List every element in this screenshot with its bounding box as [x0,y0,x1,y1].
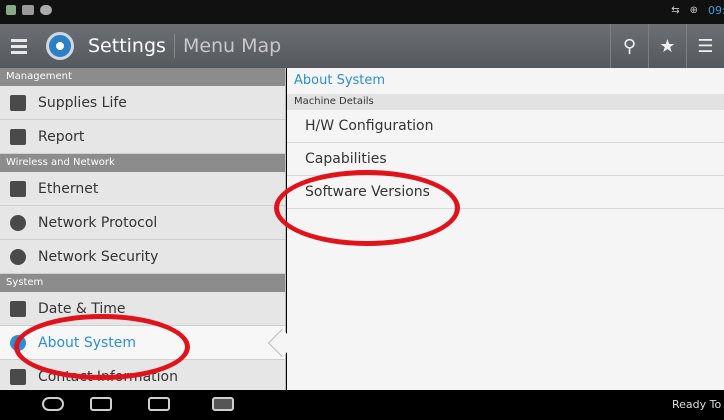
drawer-menu-button[interactable] [0,24,38,68]
title-divider [173,34,175,58]
sidebar-item-label: Ethernet [38,180,99,197]
software-versions-item[interactable]: Software Versions [287,176,724,209]
machine-status-text: Ready To Cop [672,398,724,411]
section-header-system: System [0,274,285,292]
sidebar-item-about-system[interactable]: About System [0,326,285,360]
gamepad-icon [40,5,52,15]
globe-icon: ⊕ [689,5,698,16]
status-bar: ⇆ ⊕ 09: [0,0,724,24]
sidebar-item-ethernet[interactable]: Ethernet [0,172,285,206]
home-icon[interactable] [90,397,112,411]
sidebar-item-label: Report [38,128,85,145]
hw-configuration-item[interactable]: H/W Configuration [287,110,724,143]
sidebar-item-label: About System [38,334,137,351]
capabilities-item[interactable]: Capabilities [287,143,724,176]
network-security-icon [10,248,26,265]
machine-details-header: Machine Details [287,94,724,110]
star-icon[interactable]: ★ [648,24,686,68]
network-protocol-icon [10,214,26,231]
clock: 09: [708,4,724,17]
ethernet-icon [10,180,26,197]
app-title: Settings [88,35,166,57]
sidebar-item-network-protocol[interactable]: Network Protocol [0,206,285,240]
qr-code-icon[interactable] [212,397,234,411]
usb-icon: ⇆ [671,5,680,16]
settings-sidebar: Management Supplies Life Report Wireless… [0,68,286,390]
menu-icon[interactable]: ☰ [686,24,724,68]
page-title: About System [294,73,386,88]
system-nav-bar: Ready To Cop [0,390,724,420]
sidebar-item-supplies-life[interactable]: Supplies Life [0,86,285,120]
recent-apps-icon[interactable] [148,397,170,411]
menu-map-link[interactable]: Menu Map [183,35,281,57]
sidebar-item-network-security[interactable]: Network Security [0,240,285,274]
app-bar: Settings Menu Map ⚲ ★ ☰ [0,24,724,68]
sidebar-item-label: Network Security [38,248,159,265]
supplies-icon [10,94,26,111]
detail-pane: About System Machine Details H/W Configu… [287,68,724,390]
sidebar-item-label: Date & Time [38,300,126,317]
search-icon[interactable]: ⚲ [610,24,648,68]
section-header-wireless-network: Wireless and Network [0,154,285,172]
sidebar-item-contact-information[interactable]: Contact Information [0,360,285,390]
sidebar-item-label: Network Protocol [38,214,158,231]
contact-icon [10,368,26,385]
sidebar-item-report[interactable]: Report [0,120,285,154]
sidebar-item-label: Supplies Life [38,94,127,111]
settings-gear-icon [46,32,74,60]
calendar-icon [10,300,26,317]
notification-icons [6,5,52,15]
section-header-management: Management [0,68,285,86]
sidebar-item-date-time[interactable]: Date & Time [0,292,285,326]
notification-icon [6,5,16,15]
back-icon[interactable] [42,397,64,411]
info-icon [10,334,26,351]
sidebar-item-label: Contact Information [38,368,178,385]
report-icon [10,128,26,145]
image-icon [22,5,34,15]
